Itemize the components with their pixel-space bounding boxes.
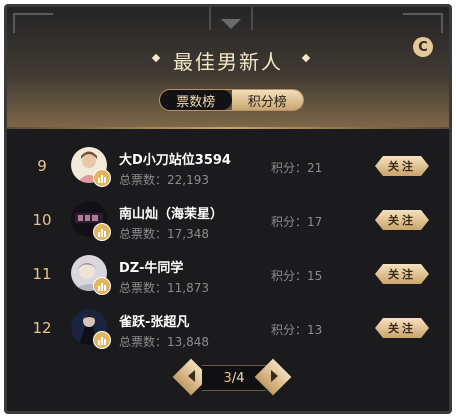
tab-votes[interactable]: 票数榜: [160, 90, 232, 110]
chevron-right-icon: [271, 370, 278, 382]
score: 积分：15: [271, 269, 323, 283]
follow-button[interactable]: 关注: [375, 318, 429, 338]
total-votes: 总票数：22,193: [119, 173, 209, 187]
rank-number: 11: [32, 265, 52, 283]
rank-number: 9: [37, 157, 47, 175]
chevron-left-icon: [188, 370, 195, 382]
current-page: 3: [223, 370, 232, 386]
contestant-name[interactable]: 雀跃-张超凡: [119, 311, 189, 330]
tab-points[interactable]: 积分榜: [231, 90, 303, 110]
contestant-name[interactable]: 大D小刀站位3594: [119, 149, 231, 168]
page-title: 最佳男新人: [173, 50, 283, 74]
list-item: 10 南山灿（海茉星） 总票数：17,348 积分：17 关注: [7, 197, 449, 249]
header-divider: [7, 127, 449, 129]
rank-number: 10: [32, 211, 52, 229]
total-votes: 总票数：17,348: [119, 227, 209, 241]
close-icon[interactable]: C: [413, 37, 433, 57]
chart-badge-icon: [93, 331, 111, 349]
list-item: 11 DZ-牛同学 总票数：11,873 积分：15 关注: [7, 251, 449, 303]
score: 积分：13: [271, 323, 323, 337]
score: 积分：21: [271, 161, 323, 175]
rank-number: 12: [32, 319, 52, 337]
score: 积分：17: [271, 215, 323, 229]
total-votes: 总票数：13,848: [119, 335, 209, 349]
total-votes: 总票数：11,873: [119, 281, 209, 295]
follow-button[interactable]: 关注: [375, 156, 429, 176]
ranking-panel: 最佳男新人 C 票数榜 积分榜 9 大D小刀站位3594 总票数：22,193 …: [4, 4, 452, 414]
follow-button[interactable]: 关注: [375, 264, 429, 284]
corner-ornament-right: [403, 13, 443, 33]
chart-badge-icon: [93, 277, 111, 295]
contestant-name[interactable]: DZ-牛同学: [119, 257, 183, 276]
top-notch-triangle: [221, 19, 241, 29]
list-item: 9 大D小刀站位3594 总票数：22,193 积分：21 关注: [7, 143, 449, 195]
list-item: 12 雀跃-张超凡 总票数：13,848 积分：13 关注: [7, 305, 449, 357]
chart-badge-icon: [93, 169, 111, 187]
contestant-name[interactable]: 南山灿（海茉星）: [119, 203, 223, 222]
chart-badge-icon: [93, 223, 111, 241]
tab-bar: 票数榜 积分榜: [159, 89, 304, 111]
follow-button[interactable]: 关注: [375, 210, 429, 230]
corner-ornament-left: [13, 13, 53, 33]
total-pages: /4: [231, 370, 245, 386]
